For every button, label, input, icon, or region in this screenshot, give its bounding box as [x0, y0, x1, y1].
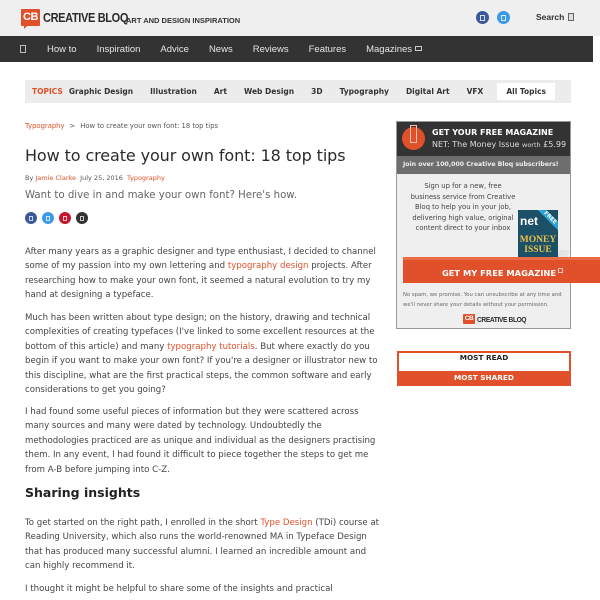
external-link-icon — [558, 268, 564, 273]
paragraph-1: After many years as a graphic designer a… — [25, 245, 381, 303]
cover-headline-line1: MONEY — [519, 235, 557, 245]
topic-graphic-design[interactable]: Graphic Design — [69, 87, 133, 96]
topics-label: TOPICS — [32, 87, 63, 96]
topic-art[interactable]: Art — [214, 87, 227, 96]
promo-title: GET YOUR FREE MAGAZINE — [432, 128, 554, 137]
typography-design-link[interactable]: typography design — [228, 261, 309, 271]
get-magazine-button[interactable]: GET MY FREE MAGAZINE — [403, 257, 600, 283]
typography-tutorials-link[interactable]: typography tutorials — [167, 342, 255, 352]
get-magazine-label: GET MY FREE MAGAZINE — [441, 268, 557, 278]
paragraph-4: To get started on the right path, I enro… — [25, 516, 381, 574]
nav-item-inspiration[interactable]: Inspiration — [97, 44, 141, 55]
topic-typography[interactable]: Typography — [340, 87, 389, 96]
article-title: How to create your own font: 18 top tips — [25, 146, 346, 165]
facebook-share-icon[interactable] — [25, 212, 37, 224]
cover-title: net — [520, 214, 538, 228]
promo-header: GET YOUR FREE MAGAZINE NET: The Money Is… — [397, 122, 570, 156]
magazine-promo: GET YOUR FREE MAGAZINE NET: The Money Is… — [396, 121, 600, 329]
breadcrumb-current: How to create your own font: 18 top tips — [80, 122, 219, 130]
search-button[interactable]: Search — [536, 12, 575, 22]
byline: By Jamie Clarke July 25, 2016 Typography — [25, 174, 165, 182]
nav-item-magazines[interactable]: Magazines — [366, 43, 423, 55]
breadcrumb-typography[interactable]: Typography — [25, 122, 65, 130]
category-link[interactable]: Typography — [127, 174, 165, 182]
twitter-icon[interactable] — [497, 11, 510, 24]
tab-most-read[interactable]: MOST READ — [399, 353, 569, 371]
publish-date: July 25, 2016 — [80, 174, 123, 182]
section-heading: Sharing insights — [25, 485, 141, 500]
pinterest-share-icon[interactable] — [59, 212, 71, 224]
twitter-share-icon[interactable] — [42, 212, 54, 224]
site-logo[interactable]: CB CREATIVE BLOQ — [21, 9, 140, 29]
promo-logo-text: CREATIVE BLOQ — [477, 314, 527, 324]
topic-3d[interactable]: 3D — [311, 87, 322, 96]
breadcrumb: Typography > How to create your own font: … — [25, 122, 218, 130]
promo-logo-mark: CB — [463, 314, 475, 324]
main-nav: How to Inspiration Advice News Reviews F… — [0, 36, 593, 62]
share-buttons — [25, 212, 88, 224]
topics-bar: TOPICS Graphic Design Illustration Art W… — [25, 80, 571, 103]
nav-item-news[interactable]: News — [209, 44, 233, 55]
topic-web-design[interactable]: Web Design — [244, 87, 294, 96]
breadcrumb-separator: > — [69, 122, 76, 130]
promo-worth: worth — [522, 141, 541, 149]
search-icon — [568, 13, 575, 21]
topic-digital-art[interactable]: Digital Art — [406, 87, 450, 96]
type-design-link[interactable]: Type Design — [260, 518, 312, 528]
promo-join-text: Join over 100,000 Creative Bloq subscrib… — [397, 156, 570, 174]
email-share-icon[interactable] — [76, 212, 88, 224]
logo-text: CREATIVE BLOQ — [43, 10, 129, 25]
tab-most-shared[interactable]: MOST SHARED — [397, 373, 571, 382]
standfirst: Want to dive in and make your own font? … — [25, 190, 297, 201]
search-label: Search — [536, 12, 565, 22]
cover-headline: MONEY ISSUE — [518, 235, 558, 255]
popular-tabs: MOST READ MOST SHARED — [397, 351, 571, 386]
paragraph-2: Much has been written about type design;… — [25, 311, 381, 397]
promo-issue: NET: The Money Issue — [432, 140, 520, 149]
nav-item-how-to[interactable]: How to — [47, 44, 77, 55]
promo-copy: Sign up for a new, free business service… — [410, 182, 516, 232]
topic-illustration[interactable]: Illustration — [150, 87, 197, 96]
nav-item-features[interactable]: Features — [309, 44, 347, 55]
nav-item-reviews[interactable]: Reviews — [253, 44, 289, 55]
topic-vfx[interactable]: VFX — [467, 87, 484, 96]
paragraph-3: I had found some useful pieces of inform… — [25, 407, 376, 475]
all-topics-button[interactable]: All Topics — [497, 83, 555, 100]
facebook-icon[interactable] — [476, 11, 489, 24]
nav-item-advice[interactable]: Advice — [160, 44, 189, 55]
author-link[interactable]: Jamie Clarke — [35, 174, 76, 182]
home-icon[interactable] — [20, 45, 26, 53]
byline-by: By — [25, 174, 34, 182]
promo-logo: CB CREATIVE BLOQ — [463, 314, 533, 324]
nav-item-magazines-label: Magazines — [366, 43, 413, 55]
cover-headline-line2: ISSUE — [524, 245, 552, 255]
cover-free-badge: FREE — [535, 210, 558, 233]
promo-subtitle: NET: The Money Issue worth £5.99 — [432, 140, 566, 149]
magazine-icon — [402, 125, 425, 150]
paragraph-5: I thought it might be helpful to share s… — [25, 584, 333, 594]
paragraph-4-text-a: To get started on the right path, I enro… — [25, 518, 261, 528]
promo-note: No spam, we promise. You can unsubscribe… — [403, 292, 562, 308]
promo-price: £5.99 — [543, 140, 567, 149]
dropdown-icon — [415, 45, 423, 51]
logo-mark: CB — [21, 9, 40, 29]
site-header: CB CREATIVE BLOQ ART AND DESIGN INSPIRAT… — [0, 0, 600, 36]
site-tagline: ART AND DESIGN INSPIRATION — [126, 16, 241, 25]
